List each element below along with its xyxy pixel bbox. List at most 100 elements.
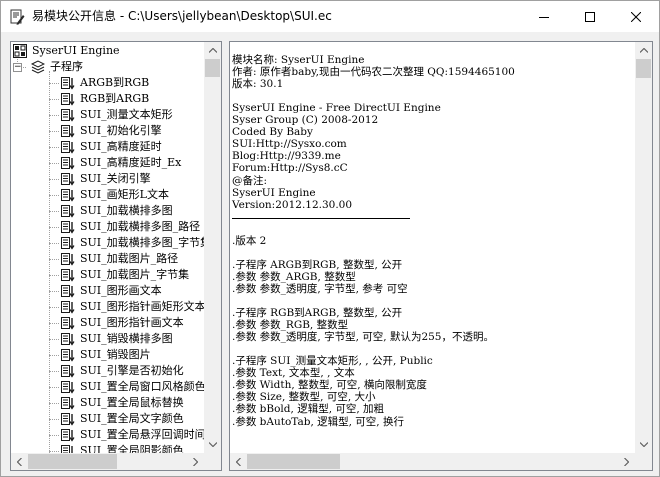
scroll-down-arrow-icon[interactable]: [204, 436, 221, 453]
tree-connector: [49, 307, 59, 308]
module-info-line: Forum:Http://Sys8.cC: [232, 162, 348, 175]
tree-item-label: SUI_销毁图片: [80, 348, 151, 361]
module-info-line: @备注:: [232, 174, 268, 187]
parameter-declaration: .参数 Width, 整数型, 可空, 横向限制宽度: [232, 379, 427, 392]
scroll-right-arrow-icon[interactable]: [618, 453, 635, 470]
tree-item-label: SUI_高精度延时: [80, 140, 162, 153]
module-info-line: SUI:Http://Sysxo.com: [232, 138, 347, 151]
subroutine-icon: [61, 205, 75, 218]
subroutine-icon: [61, 413, 75, 426]
subroutine-icon: [61, 285, 75, 298]
title-bar[interactable]: 易模块公开信息 - C:\Users\jellybean\Desktop\SUI…: [1, 1, 659, 32]
minimize-button[interactable]: [521, 1, 567, 32]
tree-connector: [49, 291, 59, 292]
tree-connector: [49, 179, 59, 180]
tree-item-label: SUI_引擎是否初始化: [80, 364, 184, 377]
scroll-left-arrow-icon[interactable]: [11, 453, 28, 470]
edit-document-icon: [10, 9, 25, 25]
subroutine-declaration: .子程序 SUI_测量文本矩形, , 公开, Public: [232, 355, 433, 368]
collapse-toggle-icon[interactable]: −: [13, 63, 22, 72]
tree-item-label: SUI_关闭引擎: [80, 172, 151, 185]
tree-connector: [49, 243, 59, 244]
code-horizontal-thumb[interactable]: [247, 454, 340, 469]
tree-item-label: SUI_图形指针画矩形文本: [80, 300, 204, 313]
subroutine-icon: [61, 109, 75, 122]
subroutine-icon: [61, 141, 75, 154]
parameter-declaration: .参数 参数_透明度, 字节型, 参考 可空: [232, 282, 408, 295]
tree-vertical-thumb[interactable]: [205, 59, 220, 77]
module-info-line: Blog:Http://9339.me: [232, 150, 341, 163]
tree-item-label: SUI_置全局窗口风格颜色: [80, 380, 204, 393]
tree-item-label: SUI_初始化引擎: [80, 124, 162, 137]
tree-item-label: SUI_画矩形L文本: [80, 188, 169, 201]
tree-vertical-scrollbar[interactable]: [204, 42, 221, 453]
parameter-declaration: .参数 bBold, 逻辑型, 可空, 加粗: [232, 403, 385, 416]
close-button[interactable]: [613, 1, 659, 32]
scroll-up-arrow-icon[interactable]: [204, 42, 221, 59]
tree-item-label: SUI_图形指针画文本: [80, 316, 184, 329]
scroll-up-arrow-icon[interactable]: [635, 42, 652, 59]
tree-item-label: SUI_加载横排多图_路径: [80, 220, 201, 233]
module-header-line: 版本: 30.1: [232, 78, 284, 91]
tree-item-label: SUI_置全局文字颜色: [80, 412, 184, 425]
subroutine-icon: [61, 397, 75, 410]
subroutine-icon: [61, 237, 75, 250]
module-info-line: SyserUI Engine - Free DirectUI Engine: [232, 102, 441, 115]
tree-connector: [49, 163, 59, 164]
parameter-declaration: .参数 参数_ARGB, 整数型: [232, 270, 356, 283]
scroll-down-arrow-icon[interactable]: [635, 436, 652, 453]
subroutine-icon: [61, 381, 75, 394]
tree-connector: [49, 371, 59, 372]
tree-item-label: SUI_高精度延时_Ex: [80, 156, 182, 169]
parameter-declaration: .参数 Text, 文本型, , 文本: [232, 367, 355, 380]
tree-item-label: SUI_置全局悬浮回调时间: [80, 428, 204, 441]
tree-item-label: SUI_加载横排多图_字节集: [80, 236, 204, 249]
tree-item-label: RGB到ARGB: [80, 92, 150, 105]
tree-item-label: SUI_加载图片_路径: [80, 252, 179, 265]
tree-root-label: SyserUI Engine: [32, 44, 120, 57]
scroll-left-arrow-icon[interactable]: [230, 453, 247, 470]
tree-item-label: SUI_置全局阴影颜色: [80, 444, 184, 453]
subroutine-icon: [61, 125, 75, 138]
scroll-right-arrow-icon[interactable]: [187, 453, 204, 470]
tree-line-group: [49, 71, 50, 453]
tree-connector: [49, 355, 59, 356]
subroutine-icon: [61, 333, 75, 346]
subroutine-icon: [61, 253, 75, 266]
tree-connector: [49, 83, 59, 84]
tree-viewport: SyserUI Engine − 子程序 ARGB到RGB RGB到ARGB SUI…: [11, 42, 204, 453]
subroutine-declaration: .子程序 ARGB到RGB, 整数型, 公开: [232, 258, 403, 271]
subroutine-declaration: .子程序 RGB到ARGB, 整数型, 公开: [232, 307, 403, 320]
public-info-text[interactable]: 模块名称: SyserUI Engine 作者: 原作者baby,现由一代码农二次…: [229, 41, 653, 471]
module-icon: [13, 44, 27, 58]
tree-connector: [49, 259, 59, 260]
tree-connector: [49, 115, 59, 116]
tree-connector: [49, 323, 59, 324]
tree-group-label: 子程序: [50, 60, 83, 73]
tree-horizontal-scrollbar[interactable]: [11, 453, 204, 470]
subroutine-icon: [61, 317, 75, 330]
tree-connector: [49, 227, 59, 228]
maximize-button[interactable]: [567, 1, 613, 32]
tree-connector: [49, 435, 59, 436]
tree-item-label: ARGB到RGB: [80, 76, 150, 89]
tree-item-label: SUI_置全局鼠标替换: [80, 396, 184, 409]
module-header-line: 模块名称: SyserUI Engine: [232, 54, 365, 66]
code-vertical-scrollbar[interactable]: [635, 42, 652, 453]
module-tree[interactable]: SyserUI Engine − 子程序 ARGB到RGB RGB到ARGB SUI…: [10, 41, 222, 471]
subroutine-icon: [61, 93, 75, 106]
subroutine-icon: [61, 365, 75, 378]
tree-item-label: SUI_加载横排多图: [80, 204, 173, 217]
main-window: 易模块公开信息 - C:\Users\jellybean\Desktop\SUI…: [0, 0, 660, 477]
text-viewport: 模块名称: SyserUI Engine 作者: 原作者baby,现由一代码农二次…: [230, 42, 635, 453]
module-info-line: SyserUI Engine: [232, 186, 316, 199]
subroutine-icon: [61, 269, 75, 282]
tree-horizontal-thumb[interactable]: [28, 454, 117, 469]
tree-connector: [49, 451, 59, 452]
window-title: 易模块公开信息 - C:\Users\jellybean\Desktop\SUI…: [32, 9, 332, 23]
code-vertical-thumb[interactable]: [636, 59, 651, 78]
tree-connector: [49, 211, 59, 212]
subroutine-icon: [61, 77, 75, 90]
tree-connector: [49, 99, 59, 100]
code-horizontal-scrollbar[interactable]: [230, 453, 635, 470]
